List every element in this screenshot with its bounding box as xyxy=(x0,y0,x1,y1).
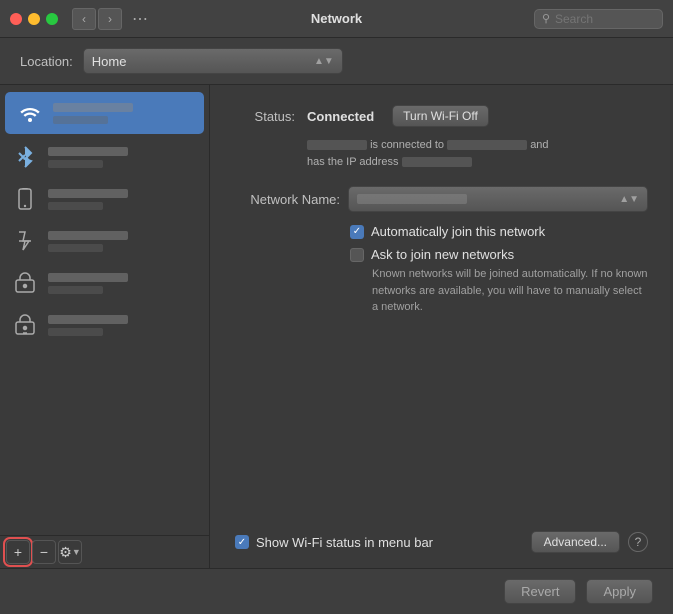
bt-name-blur xyxy=(48,147,128,156)
ask-join-checkbox[interactable] xyxy=(350,248,364,262)
gear-dropdown-arrow: ▼ xyxy=(72,547,81,557)
show-wifi-checkbox[interactable]: ✓ xyxy=(235,535,249,549)
iphone-icon xyxy=(10,184,40,214)
network-name-dropdown[interactable]: ▲▼ xyxy=(348,186,648,212)
helper-text: Known networks will be joined automatica… xyxy=(372,266,648,316)
search-input[interactable] xyxy=(555,12,655,26)
action-bar: Revert Apply xyxy=(0,568,673,614)
auto-join-label: Automatically join this network xyxy=(371,224,545,239)
title-bar: ‹ › ⋯ Network ⚲ xyxy=(0,0,673,38)
ask-join-row: Ask to join new networks xyxy=(350,247,648,262)
apply-button[interactable]: Apply xyxy=(586,579,653,604)
show-wifi-label: Show Wi-Fi status in menu bar xyxy=(256,535,433,550)
nav-buttons: ‹ › xyxy=(72,8,122,30)
sidebar-item-vpn1[interactable] xyxy=(0,262,209,304)
location-label: Location: xyxy=(20,54,73,69)
location-dropdown[interactable]: Home ▲▼ xyxy=(83,48,343,74)
vpn1-status-blur xyxy=(48,286,103,294)
tb-name-blur xyxy=(48,231,128,240)
bluetooth-icon xyxy=(10,142,40,172)
vpn1-item-text xyxy=(48,273,199,294)
window-controls xyxy=(10,13,58,25)
connection-text: is connected to xyxy=(370,139,447,151)
back-button[interactable]: ‹ xyxy=(72,8,96,30)
thunderbolt-icon xyxy=(10,226,40,256)
wifi-item-text xyxy=(53,103,194,124)
connection-suffix: and xyxy=(530,139,548,151)
bottom-row: ✓ Show Wi-Fi status in menu bar Advanced… xyxy=(235,531,648,553)
wifi-status-blur xyxy=(53,116,108,124)
location-value: Home xyxy=(92,54,127,69)
vpn2-status-blur xyxy=(48,328,103,336)
sidebar-item-thunderbolt[interactable] xyxy=(0,220,209,262)
ask-join-label: Ask to join new networks xyxy=(371,247,514,262)
vpn1-name-blur xyxy=(48,273,128,282)
close-button[interactable] xyxy=(10,13,22,25)
thunderbolt-item-text xyxy=(48,231,199,252)
sidebar-item-vpn2[interactable] xyxy=(0,304,209,346)
right-panel: Status: Connected Turn Wi-Fi Off is conn… xyxy=(210,85,673,568)
location-bar: Location: Home ▲▼ xyxy=(0,38,673,85)
bottom-right-buttons: Advanced... ? xyxy=(531,531,648,553)
sidebar-footer: + − ⚙ ▼ xyxy=(0,535,209,568)
network-name-row: Network Name: ▲▼ xyxy=(235,186,648,212)
status-row: Status: Connected Turn Wi-Fi Off xyxy=(235,105,648,127)
ip-address-blur xyxy=(402,157,472,167)
turn-wifi-off-button[interactable]: Turn Wi-Fi Off xyxy=(392,105,489,127)
network-name-value-blur xyxy=(357,194,467,204)
network-blur xyxy=(447,140,527,150)
connection-info: is connected to and has the IP address xyxy=(307,137,648,170)
sidebar: + − ⚙ ▼ xyxy=(0,85,210,568)
sidebar-item-iphone[interactable] xyxy=(0,178,209,220)
wifi-icon xyxy=(15,98,45,128)
search-icon: ⚲ xyxy=(542,12,550,25)
bluetooth-item-text xyxy=(48,147,199,168)
checkmark-icon: ✓ xyxy=(353,226,361,237)
vpn2-name-blur xyxy=(48,315,128,324)
wifi-name-blur xyxy=(53,103,133,112)
network-settings-button[interactable]: ⚙ ▼ xyxy=(58,540,82,564)
iphone-item-text xyxy=(48,189,199,210)
sidebar-item-bluetooth[interactable] xyxy=(0,136,209,178)
status-value: Connected xyxy=(307,109,374,124)
vpn2-icon xyxy=(10,310,40,340)
network-dropdown-arrow: ▲▼ xyxy=(619,194,639,205)
search-box: ⚲ xyxy=(534,9,663,29)
vpn1-icon xyxy=(10,268,40,298)
remove-network-button[interactable]: − xyxy=(32,540,56,564)
network-name-label: Network Name: xyxy=(235,192,340,207)
app-grid-button[interactable]: ⋯ xyxy=(132,9,148,29)
bt-status-blur xyxy=(48,160,103,168)
auto-join-row: ✓ Automatically join this network xyxy=(350,224,648,239)
forward-button[interactable]: › xyxy=(98,8,122,30)
sidebar-item-wifi[interactable] xyxy=(5,92,204,134)
minimize-button[interactable] xyxy=(28,13,40,25)
sidebar-list xyxy=(0,85,209,535)
show-wifi-row: ✓ Show Wi-Fi status in menu bar xyxy=(235,535,433,550)
help-button[interactable]: ? xyxy=(628,532,648,552)
vpn2-item-text xyxy=(48,315,199,336)
add-network-button[interactable]: + xyxy=(6,540,30,564)
location-dropdown-arrow: ▲▼ xyxy=(314,56,334,67)
gear-icon: ⚙ xyxy=(59,544,72,561)
advanced-button[interactable]: Advanced... xyxy=(531,531,620,553)
window-title: Network xyxy=(311,11,362,26)
device-name-blur xyxy=(307,140,367,150)
auto-join-checkbox[interactable]: ✓ xyxy=(350,225,364,239)
maximize-button[interactable] xyxy=(46,13,58,25)
iphone-name-blur xyxy=(48,189,128,198)
revert-button[interactable]: Revert xyxy=(504,579,576,604)
main-content: + − ⚙ ▼ Status: Connected Turn Wi-Fi Off… xyxy=(0,85,673,568)
tb-status-blur xyxy=(48,244,103,252)
iphone-status-blur xyxy=(48,202,103,210)
status-label: Status: xyxy=(235,109,295,124)
show-wifi-checkmark-icon: ✓ xyxy=(238,537,246,548)
ip-prefix-text: has the IP address xyxy=(307,156,402,168)
